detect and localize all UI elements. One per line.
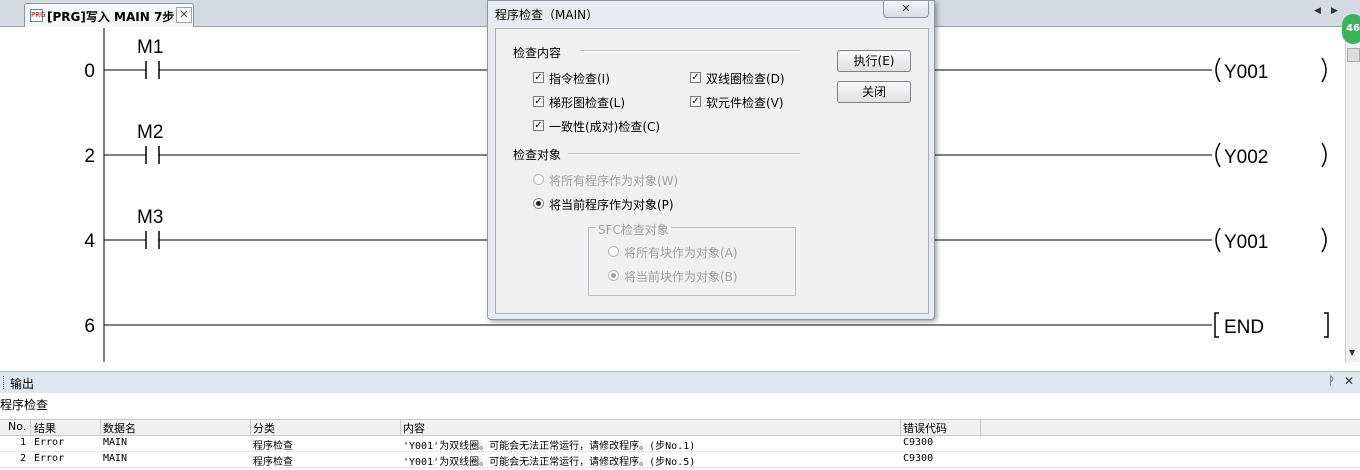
ladder-vertical-scrollbar[interactable]: ▼ [1345, 28, 1360, 362]
tab-close-icon[interactable]: ✕ [176, 7, 192, 23]
row-content: 'Y001'为双线圈。可能会无法正常运行，请修改程序。(步No.1) [403, 441, 696, 452]
tab-scroll-left-icon[interactable]: ◀ [1314, 6, 1321, 16]
option-label: 软元件检查(V) [706, 96, 784, 110]
coil-arc-right [1321, 227, 1327, 253]
output-table: No. 结果 数据名 分类 内容 错误代码 1 Error MAIN 程序检查 … [0, 419, 1360, 468]
option-label: 一致性(成对)检查(C) [549, 120, 661, 134]
step-number: 2 [84, 146, 95, 167]
row-error-code: C9300 [903, 453, 934, 464]
row-result: Error [34, 453, 65, 464]
coil-label: Y002 [1224, 147, 1268, 168]
output-subtitle: 程序检查 [0, 398, 49, 412]
dialog-title: 程序检查（MAIN） [495, 8, 599, 22]
check-target-label: 检查对象 [513, 148, 562, 162]
pin-icon[interactable]: ᚹ [1328, 374, 1335, 388]
sfc-target-label: SFC检查对象 [596, 221, 671, 238]
step-number: 6 [84, 316, 95, 337]
tab-title: [PRG]写入 MAIN 7步 [47, 10, 175, 24]
program-check-dialog: 程序检查（MAIN） ✕ 检查内容 ✓ 指令检查(I) ✓ 双线圈检查(D) ✓… [487, 0, 935, 320]
radio-button[interactable] [533, 174, 544, 185]
table-header-row: No. 结果 数据名 分类 内容 错误代码 [0, 419, 1360, 436]
column-header[interactable]: 数据名 [103, 420, 136, 436]
coil-arc-left [1215, 142, 1221, 168]
radio-button[interactable] [608, 270, 619, 281]
checkbox[interactable]: ✓ [533, 96, 544, 107]
column-divider[interactable] [400, 420, 401, 435]
column-divider[interactable] [100, 420, 101, 435]
row-result: Error [34, 437, 65, 448]
column-header[interactable]: 错误代码 [903, 420, 947, 436]
row-category: 程序检查 [253, 441, 293, 452]
radio-label: 将所有程序作为对象(W) [549, 174, 679, 188]
scroll-down-icon[interactable]: ▼ [1349, 348, 1355, 357]
check-content-label: 检查内容 [513, 46, 562, 60]
column-header[interactable]: No. [8, 420, 26, 433]
output-panel-title: 输出 [10, 377, 35, 391]
dialog-close-icon[interactable]: ✕ [883, 1, 929, 18]
checkbox[interactable]: ✓ [533, 72, 544, 83]
radio-label: 将当前块作为对象(B) [624, 270, 738, 284]
radio-label: 将所有块作为对象(A) [624, 246, 738, 260]
output-panel-header: 输出 ᚹ ✕ [0, 371, 1360, 393]
column-header[interactable]: 内容 [403, 420, 425, 436]
contact-label: M2 [137, 122, 163, 143]
execute-button[interactable]: 执行(E) [837, 50, 911, 72]
column-header[interactable]: 分类 [253, 420, 275, 436]
instruction-bracket-left [1214, 312, 1219, 338]
contact-label: M3 [137, 207, 163, 228]
column-divider[interactable] [250, 420, 251, 435]
table-row[interactable]: 2 Error MAIN 程序检查 'Y001'为双线圈。可能会无法正常运行，请… [0, 452, 1360, 468]
step-number: 4 [84, 231, 95, 252]
row-number: 1 [20, 437, 27, 448]
row-content: 'Y001'为双线圈。可能会无法正常运行，请修改程序。(步No.5) [403, 457, 696, 468]
row-data-name: MAIN [103, 437, 128, 448]
group-divider [568, 153, 800, 155]
output-close-icon[interactable]: ✕ [1344, 374, 1354, 388]
instruction-bracket-right [1324, 312, 1329, 338]
coil-label: Y001 [1224, 62, 1268, 83]
coil-label: Y001 [1224, 232, 1268, 253]
status-badge: 46 [1342, 14, 1360, 44]
program-icon: PRG [30, 9, 46, 22]
option-label: 梯形图检查(L) [549, 96, 626, 110]
coil-arc-right [1321, 57, 1327, 83]
step-number: 0 [84, 61, 95, 82]
group-divider [580, 50, 800, 52]
option-label: 双线圈检查(D) [706, 72, 785, 86]
checkbox[interactable]: ✓ [533, 120, 544, 131]
row-error-code: C9300 [903, 437, 934, 448]
scrollbar-thumb[interactable] [1347, 48, 1360, 62]
tab-main-program[interactable]: PRG [PRG]写入 MAIN 7步 ✕ [24, 3, 194, 27]
row-data-name: MAIN [103, 453, 128, 464]
tab-scroll-right-icon[interactable]: ▶ [1331, 6, 1338, 16]
table-row[interactable]: 1 Error MAIN 程序检查 'Y001'为双线圈。可能会无法正常运行，请… [0, 436, 1360, 452]
column-divider[interactable] [900, 420, 901, 435]
row-number: 2 [20, 453, 27, 464]
checkbox[interactable]: ✓ [690, 72, 701, 83]
checkbox[interactable]: ✓ [690, 96, 701, 107]
column-header[interactable]: 结果 [34, 420, 56, 436]
radio-button[interactable] [608, 246, 619, 257]
row-category: 程序检查 [253, 457, 293, 468]
column-divider[interactable] [980, 420, 981, 435]
coil-arc-left [1215, 227, 1221, 253]
contact-label: M1 [137, 37, 163, 58]
close-button[interactable]: 关闭 [837, 81, 911, 103]
coil-arc-left [1215, 57, 1221, 83]
radio-button[interactable] [533, 198, 544, 209]
column-divider[interactable] [30, 420, 31, 435]
coil-label: END [1224, 317, 1264, 338]
dialog-body: 检查内容 ✓ 指令检查(I) ✓ 双线圈检查(D) ✓ 梯形图检查(L) ✓ 软… [495, 28, 929, 314]
radio-label: 将当前程序作为对象(P) [549, 198, 674, 212]
option-label: 指令检查(I) [549, 72, 610, 86]
coil-arc-right [1321, 142, 1327, 168]
panel-grip-icon[interactable] [3, 376, 6, 389]
